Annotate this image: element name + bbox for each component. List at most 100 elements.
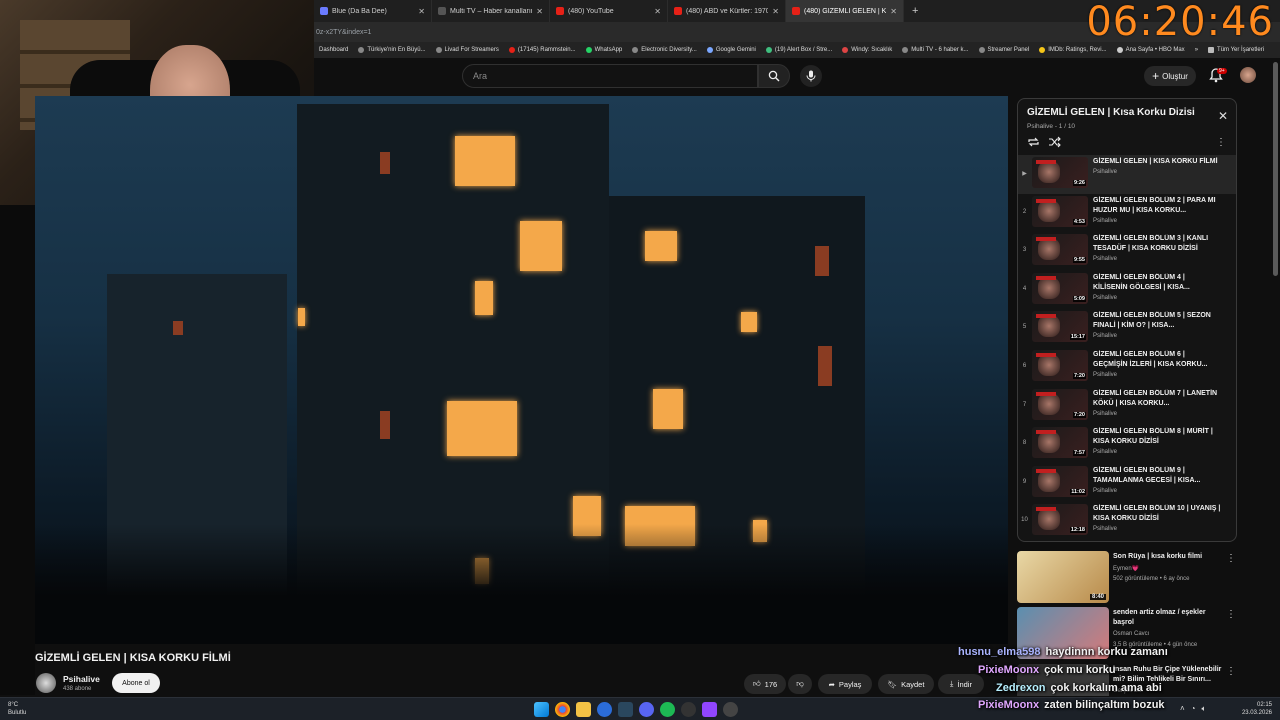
bookmark-item[interactable]: Ana Sayfa • HBO Max	[1112, 47, 1190, 53]
playlist-item[interactable]: 5 15:17 GİZEMLİ GELEN BÖLÜM 5 | SEZON FINA…	[1018, 309, 1236, 348]
user-avatar[interactable]	[1240, 67, 1256, 83]
share-button[interactable]: ➦ Paylaş	[818, 674, 872, 694]
playlist-item-title: GİZEMLİ GELEN BÖLÜM 7 | LANETİN KÖKÜ | K…	[1093, 389, 1218, 407]
playlist-item-channel: Psihalive	[1093, 294, 1118, 301]
save-button[interactable]: 🔖︎ Kaydet	[878, 674, 934, 694]
bookmark-item[interactable]: Google Gemini	[702, 47, 761, 53]
download-button[interactable]: ⤓ İndir	[938, 674, 984, 694]
close-tab-icon[interactable]: ✕	[536, 7, 543, 16]
more-vert-icon[interactable]: ⋮	[1226, 609, 1236, 620]
discord-icon[interactable]	[639, 702, 654, 717]
dislike-button[interactable]: 👎︎	[788, 674, 812, 694]
chat-username: husnu_elma598	[958, 646, 1041, 658]
loop-icon[interactable]	[1027, 136, 1040, 148]
playlist-item[interactable]: 2 4:53 GİZEMLİ GELEN BÖLÜM 2 | PARA MI HUZ…	[1018, 194, 1236, 233]
playlist-item[interactable]: ▶ 9:26 GİZEMLİ GELEN | KISA KORKU FİLMİ Psi…	[1018, 155, 1236, 194]
bookmark-item[interactable]: Electronic Diversity...	[627, 47, 702, 53]
chrome-icon[interactable]	[555, 702, 570, 717]
recommendation-title: senden artiz olmaz / eşekler başrol	[1113, 609, 1206, 626]
youtube-favicon-icon	[674, 7, 682, 15]
chat-text: zaten bilinçaltım bozuk	[1044, 699, 1165, 711]
more-vert-icon[interactable]: ⋮	[1226, 553, 1236, 564]
file-explorer-icon[interactable]	[576, 702, 591, 717]
create-button[interactable]: + Oluştur	[1144, 66, 1196, 86]
bookmark-item[interactable]: Türkiye'nin En Büyü...	[353, 47, 430, 53]
chat-message: PixieMoonx zaten bilinçaltım bozuk	[978, 699, 1165, 711]
bookmark-item[interactable]: Livad For Streamers	[431, 47, 504, 53]
video-thumbnail: 15:17	[1032, 311, 1088, 343]
weather-temp: 8°C	[8, 702, 19, 708]
playlist-panel: GİZEMLİ GELEN | Kısa Korku Dizisi Psihal…	[1017, 98, 1237, 542]
bookmark-item[interactable]: Dashboard	[314, 47, 353, 53]
more-vert-icon[interactable]: ⋮	[1216, 137, 1226, 148]
playlist-item[interactable]: 6 7:20 GİZEMLİ GELEN BÖLÜM 6 | GEÇMİŞİN İZ…	[1018, 348, 1236, 387]
playlist-item[interactable]: 8 7:57 GİZEMLİ GELEN BÖLÜM 8 | MÜRİT | KIS…	[1018, 425, 1236, 464]
bookmark-item[interactable]: (19) Alert Box / Stre...	[761, 47, 837, 53]
windows-start-icon[interactable]	[534, 702, 549, 717]
obs-icon[interactable]	[723, 702, 738, 717]
bookmarks-more-button[interactable]: »	[1190, 47, 1203, 53]
bookmark-item[interactable]: IMDb: Ratings, Revi...	[1034, 47, 1111, 53]
bookmark-item[interactable]: (17145) Rammstein...	[504, 47, 581, 53]
browser-tab[interactable]: Multi TV – Haber kanallarını aynı ✕	[432, 0, 550, 22]
weather-widget[interactable]: 8°C Bulutlu	[8, 701, 26, 717]
channel-name[interactable]: Psihalive	[63, 674, 100, 684]
clock-tray[interactable]: 02:15 23.03.2026	[1242, 701, 1272, 717]
playlist-title[interactable]: GİZEMLİ GELEN | Kısa Korku Dizisi	[1027, 107, 1207, 118]
video-player[interactable]	[35, 96, 1008, 644]
video-thumbnail: 9:55	[1032, 234, 1088, 266]
app-icon[interactable]	[597, 702, 612, 717]
like-button[interactable]: 👍︎ 176	[744, 674, 786, 694]
shuffle-icon[interactable]	[1048, 136, 1061, 148]
subscribe-button[interactable]: Abone ol	[112, 673, 160, 693]
browser-tab-active[interactable]: (480) GİZEMLİ GELEN | KISA KO✕	[786, 0, 904, 22]
search-button[interactable]	[758, 64, 790, 88]
browser-tab[interactable]: Blue (Da Ba Dee) ✕	[314, 0, 432, 22]
twitch-icon[interactable]	[702, 702, 717, 717]
all-bookmarks-button[interactable]: Tüm Yer İşaretleri	[1203, 47, 1269, 53]
chevron-up-icon[interactable]: ˄	[1180, 704, 1185, 714]
lit-window	[298, 308, 305, 326]
close-tab-icon[interactable]: ✕	[890, 7, 897, 16]
browser-tab[interactable]: (480) ABD ve Kürtler: 1970'lerd✕	[668, 0, 786, 22]
tab-label: Blue (Da Ba Dee)	[332, 7, 387, 15]
new-tab-button[interactable]: +	[904, 5, 926, 17]
page-scrollbar[interactable]	[1273, 62, 1278, 276]
lit-window	[645, 231, 677, 261]
playlist-item-title: GİZEMLİ GELEN | KISA KORKU FİLMİ	[1093, 158, 1218, 165]
duration-badge: 9:55	[1072, 257, 1086, 264]
search-input[interactable]: Ara	[462, 64, 758, 88]
playlist-item[interactable]: 9 11:02 GİZEMLİ GELEN BÖLÜM 9 | TAMAMLANMA…	[1018, 464, 1236, 503]
chat-message: Zedrexon çok korkalım ama abi	[996, 682, 1162, 694]
voice-search-button[interactable]	[800, 65, 822, 87]
recommendation-item[interactable]: 8:40 Son Rüya | kısa korku filmi Eymen💗 …	[1017, 551, 1242, 606]
duration-badge: 5:09	[1072, 295, 1086, 302]
close-icon[interactable]: ✕	[1218, 109, 1228, 123]
system-tray: ˄ ◔ 🔈︎	[1180, 704, 1206, 714]
close-tab-icon[interactable]: ✕	[418, 7, 425, 16]
bookmark-item[interactable]: WhatsApp	[581, 47, 628, 53]
spotify-icon[interactable]	[660, 702, 675, 717]
bookmark-item[interactable]: Windy: Sıcaklık	[837, 47, 897, 53]
playlist-item-title: GİZEMLİ GELEN BÖLÜM 5 | SEZON FINALİ | K…	[1093, 312, 1211, 330]
duration-badge: 8:40	[1089, 594, 1106, 600]
wifi-icon[interactable]: ◔	[1191, 704, 1196, 714]
bookmark-item[interactable]: Streamer Panel	[974, 47, 1035, 53]
playlist-item-channel: Psihalive	[1093, 526, 1118, 533]
close-tab-icon[interactable]: ✕	[772, 7, 779, 16]
channel-avatar[interactable]	[36, 673, 56, 693]
volume-icon[interactable]: 🔈︎	[1202, 704, 1207, 714]
more-vert-icon[interactable]: ⋮	[1226, 666, 1236, 677]
steam-icon[interactable]	[618, 702, 633, 717]
bookmark-item[interactable]: Multi TV - 6 haber k...	[897, 47, 973, 53]
playlist-item[interactable]: 4 5:09 GİZEMLİ GELEN BÖLÜM 4 | KİLİSENİN G…	[1018, 271, 1236, 310]
browser-tab[interactable]: (480) YouTube ✕	[550, 0, 668, 22]
playlist-item[interactable]: 10 12:18 GİZEMLİ GELEN BÖLÜM 10 | UYANIŞ |…	[1018, 502, 1236, 541]
app-icon[interactable]	[681, 702, 696, 717]
tab-favicon-icon	[438, 7, 446, 15]
playlist-item[interactable]: 3 9:55 GİZEMLİ GELEN BÖLÜM 3 | KANLI TESAD…	[1018, 232, 1236, 271]
playlist-item[interactable]: 7 7:20 GİZEMLİ GELEN BÖLÜM 7 | LANETİN KÖK…	[1018, 387, 1236, 426]
whatsapp-icon	[585, 47, 592, 53]
chat-username: PixieMoonx	[978, 699, 1040, 711]
close-tab-icon[interactable]: ✕	[654, 7, 661, 16]
